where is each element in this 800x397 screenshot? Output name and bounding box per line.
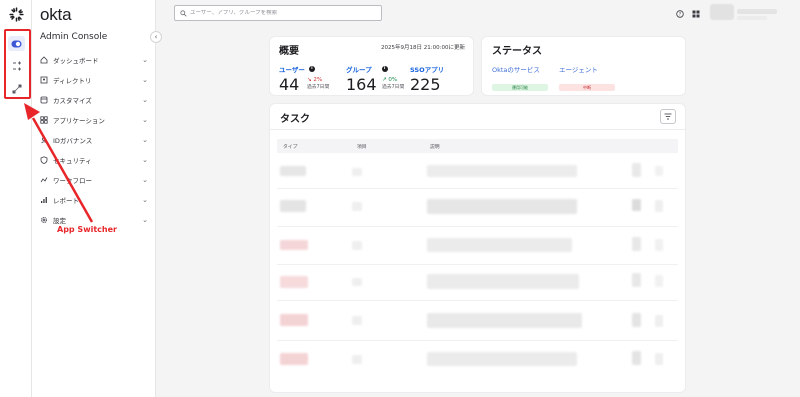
chevron-down-icon: ⌄ bbox=[142, 96, 148, 104]
sidebar: okta Admin Console ‹ ダッシュボード ⌄ ディレクトリ ⌄ … bbox=[32, 0, 162, 397]
gear-icon bbox=[40, 216, 48, 224]
chevron-down-icon: ⌄ bbox=[142, 136, 148, 144]
chevron-down-icon: ⌄ bbox=[142, 56, 148, 64]
okta-logo-icon bbox=[9, 7, 24, 22]
sidebar-nav: ダッシュボード ⌄ ディレクトリ ⌄ カスタマイズ ⌄ アプリケーション ⌄ I… bbox=[32, 50, 156, 230]
help-icon[interactable]: ? bbox=[676, 10, 684, 18]
console-title: Admin Console bbox=[40, 32, 108, 42]
annotation-label: App Switcher bbox=[57, 225, 117, 234]
metric-sso-apps[interactable]: SSOアプリ 225 bbox=[410, 64, 444, 94]
sidebar-item-applications[interactable]: アプリケーション ⌄ bbox=[32, 110, 156, 130]
status-badge: 中断 bbox=[559, 84, 615, 91]
table-row[interactable] bbox=[270, 192, 685, 222]
sidebar-item-label: カスタマイズ bbox=[53, 97, 92, 105]
sidebar-item-label: アプリケーション bbox=[53, 117, 105, 125]
customize-icon bbox=[40, 96, 48, 104]
brand-wordmark: okta bbox=[40, 5, 72, 24]
tasks-table-header: タイプ 項目 説明 bbox=[277, 139, 678, 153]
sidebar-item-label: レポート bbox=[53, 197, 79, 205]
divider bbox=[277, 188, 678, 189]
sidebar-item-label: IDガバナンス bbox=[53, 137, 93, 145]
sidebar-item-customize[interactable]: カスタマイズ ⌄ bbox=[32, 90, 156, 110]
table-row[interactable] bbox=[270, 347, 685, 377]
metric-groups-trend: ↗ 0% 過去7日間 bbox=[382, 77, 404, 90]
sidebar-item-label: 設定 bbox=[53, 217, 66, 225]
table-row[interactable] bbox=[270, 232, 685, 262]
chevron-left-icon: ‹ bbox=[154, 33, 158, 41]
app-grid-icon[interactable] bbox=[692, 10, 700, 18]
metric-sso-label: SSOアプリ bbox=[410, 66, 445, 74]
overview-card: 概要 2025年9月18日 21:00:00に更新 ユーザー i 44 ↘ 2% … bbox=[270, 37, 473, 95]
divider bbox=[277, 340, 678, 341]
sidebar-item-security[interactable]: セキュリティ ⌄ bbox=[32, 150, 156, 170]
reports-icon bbox=[40, 196, 48, 204]
column-header-item[interactable]: 項目 bbox=[357, 143, 367, 150]
workflow-icon bbox=[40, 176, 48, 184]
sidebar-item-label: セキュリティ bbox=[53, 157, 92, 165]
sidebar-item-label: ワークフロー bbox=[53, 177, 92, 185]
sidebar-item-workflow[interactable]: ワークフロー ⌄ bbox=[32, 170, 156, 190]
table-row[interactable] bbox=[270, 307, 685, 337]
table-row[interactable] bbox=[270, 156, 685, 186]
tasks-title: タスク bbox=[280, 114, 310, 125]
chevron-down-icon: ⌄ bbox=[142, 196, 148, 204]
avatar[interactable] bbox=[710, 4, 734, 20]
status-title: ステータス bbox=[492, 46, 542, 57]
collapse-sidebar-button[interactable]: ‹ bbox=[150, 31, 162, 43]
status-agents[interactable]: エージェント 中断 bbox=[559, 64, 615, 93]
overview-updated-timestamp: 2025年9月18日 21:00:00に更新 bbox=[381, 45, 465, 51]
status-badge: 運用可能 bbox=[492, 84, 548, 91]
status-okta-service-label: Oktaのサービス bbox=[492, 66, 540, 74]
filter-icon bbox=[664, 113, 672, 120]
chevron-down-icon: ⌄ bbox=[142, 216, 148, 224]
governance-icon bbox=[40, 136, 48, 144]
column-header-description[interactable]: 説明 bbox=[430, 143, 440, 150]
status-okta-service[interactable]: Oktaのサービス 運用可能 bbox=[492, 64, 548, 93]
chevron-down-icon: ⌄ bbox=[142, 156, 148, 164]
status-card: ステータス Oktaのサービス 運用可能 エージェント 中断 bbox=[482, 37, 685, 95]
metric-groups-label: グループ bbox=[346, 66, 372, 74]
status-agents-label: エージェント bbox=[559, 66, 598, 74]
column-header-type[interactable]: タイプ bbox=[283, 143, 297, 150]
overview-title: 概要 bbox=[279, 46, 299, 57]
chevron-down-icon: ⌄ bbox=[142, 176, 148, 184]
metric-users-label: ユーザー bbox=[279, 66, 305, 74]
app-switcher-highlight bbox=[4, 29, 31, 99]
metric-users-trend: ↘ 2% 過去7日間 bbox=[307, 77, 329, 90]
trend-period: 過去7日間 bbox=[307, 85, 330, 90]
sidebar-item-label: ディレクトリ bbox=[53, 77, 92, 85]
user-org-blurred bbox=[737, 16, 767, 20]
filter-button[interactable] bbox=[660, 109, 676, 124]
sidebar-item-reports[interactable]: レポート ⌄ bbox=[32, 190, 156, 210]
sidebar-item-governance[interactable]: IDガバナンス ⌄ bbox=[32, 130, 156, 150]
chevron-down-icon: ⌄ bbox=[142, 76, 148, 84]
divider bbox=[277, 226, 678, 227]
divider bbox=[270, 129, 685, 130]
sidebar-item-dashboard[interactable]: ダッシュボード ⌄ bbox=[32, 50, 156, 70]
applications-icon bbox=[40, 116, 48, 124]
info-icon[interactable]: i bbox=[308, 66, 315, 72]
sidebar-item-directory[interactable]: ディレクトリ ⌄ bbox=[32, 70, 156, 90]
search-box[interactable] bbox=[174, 5, 382, 21]
user-name-blurred bbox=[737, 9, 777, 14]
divider bbox=[277, 300, 678, 301]
sidebar-item-label: ダッシュボード bbox=[53, 57, 99, 65]
directory-icon bbox=[40, 76, 48, 84]
trend-period: 過去7日間 bbox=[382, 85, 405, 90]
tasks-card: タスク タイプ 項目 説明 bbox=[270, 104, 685, 392]
table-row[interactable] bbox=[270, 268, 685, 298]
search-icon bbox=[180, 9, 187, 17]
search-input[interactable] bbox=[190, 10, 370, 16]
metric-sso-value: 225 bbox=[410, 75, 441, 94]
home-icon bbox=[40, 56, 48, 64]
divider bbox=[277, 264, 678, 265]
shield-icon bbox=[40, 156, 48, 164]
chevron-down-icon: ⌄ bbox=[142, 116, 148, 124]
info-icon[interactable]: i bbox=[381, 66, 388, 72]
